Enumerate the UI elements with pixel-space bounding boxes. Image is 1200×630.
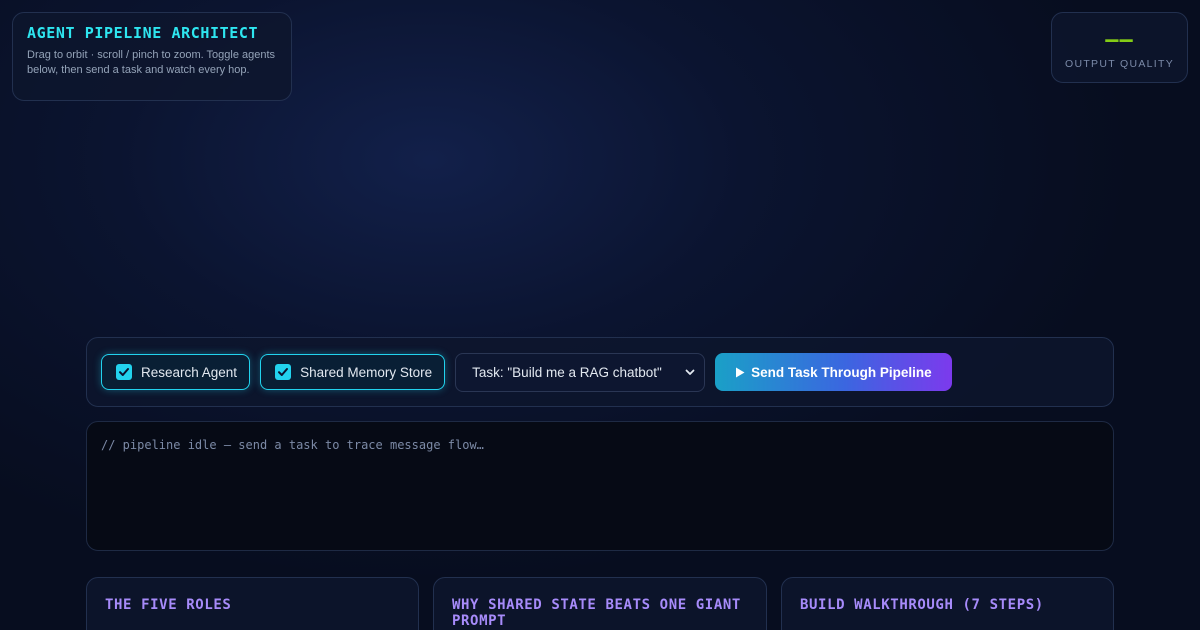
header-card: AGENT PIPELINE ARCHITECT Drag to orbit ·… (12, 12, 292, 101)
card-title: BUILD WALKTHROUGH (7 STEPS) (800, 597, 1044, 613)
chevron-down-icon (685, 369, 695, 375)
app-subtitle: Drag to orbit · scroll / pinch to zoom. … (27, 49, 276, 76)
shared-memory-checkbox[interactable] (275, 364, 292, 380)
check-icon (119, 368, 129, 376)
output-quality-label: OUTPUT QUALITY (1064, 57, 1175, 70)
output-quality-card: —— OUTPUT QUALITY (1051, 12, 1188, 83)
play-icon (736, 367, 745, 377)
check-icon (278, 368, 289, 376)
send-task-button[interactable]: Send Task Through Pipeline (715, 353, 952, 391)
card-build-walkthrough: BUILD WALKTHROUGH (7 STEPS) (781, 577, 1114, 630)
card-five-roles: THE FIVE ROLES (86, 577, 419, 630)
toggle-shared-memory-store[interactable]: Shared Memory Store (260, 354, 446, 390)
controls-bar: Research Agent Shared Memory Store Task:… (86, 337, 1114, 407)
research-agent-label: Research Agent (141, 364, 238, 380)
task-select[interactable]: Task: "Build me a RAG chatbot" (455, 352, 706, 392)
research-agent-checkbox[interactable] (116, 364, 132, 380)
card-title: THE FIVE ROLES (105, 597, 232, 613)
send-task-label: Send Task Through Pipeline (751, 364, 932, 380)
app-title: AGENT PIPELINE ARCHITECT (27, 24, 259, 42)
output-quality-value: —— (1105, 27, 1134, 53)
toggle-research-agent[interactable]: Research Agent (101, 354, 251, 390)
card-title: WHY SHARED STATE BEATS ONE GIANT PROMPT (452, 597, 741, 629)
log-line: // pipeline idle — send a task to trace … (101, 438, 484, 452)
card-shared-state: WHY SHARED STATE BEATS ONE GIANT PROMPT (433, 577, 767, 630)
pipeline-log: // pipeline idle — send a task to trace … (86, 421, 1114, 551)
task-select-value: Task: "Build me a RAG chatbot" (472, 364, 662, 380)
shared-memory-label: Shared Memory Store (300, 364, 433, 380)
